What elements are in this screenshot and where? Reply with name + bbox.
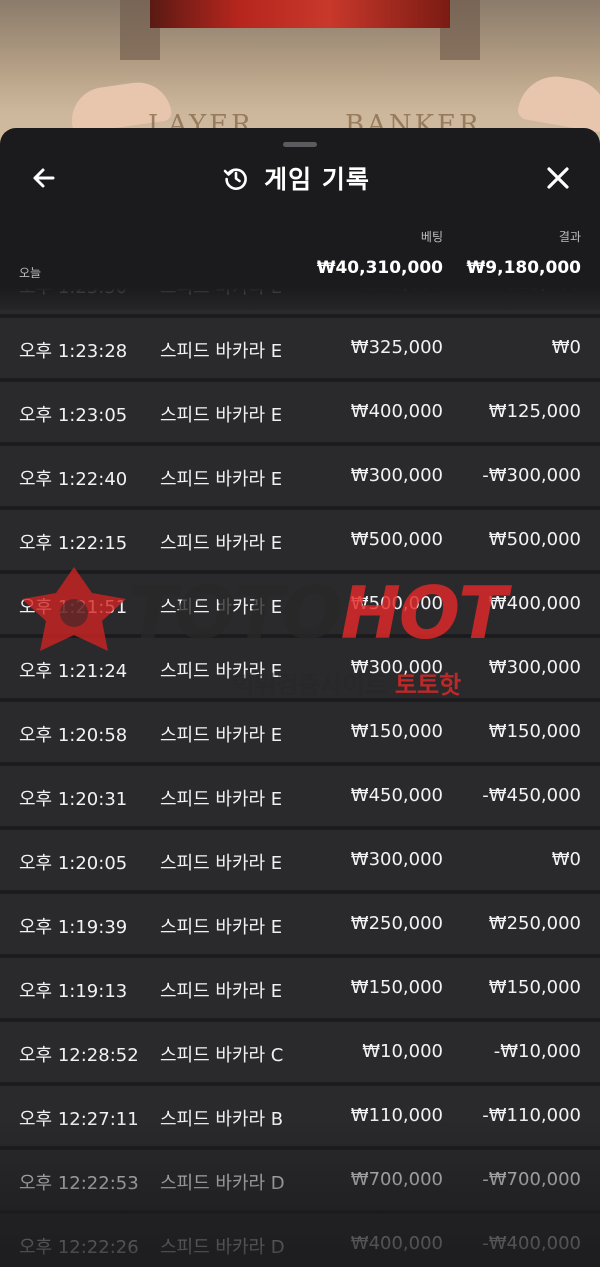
row-result-amount: ₩400,000 [488,593,581,614]
bet-column-label: 베팅 [420,230,443,244]
row-time: 오후 1:21:24 [19,661,128,682]
row-bet-amount: ₩500,000 [350,529,443,550]
row-bet-amount: ₩500,000 [350,593,443,614]
row-bet-amount: ₩300,000 [350,657,443,678]
row-time: 오후 12:28:52 [19,1045,139,1066]
date-label: 오늘 [19,266,42,280]
row-time: 오후 1:20:58 [19,725,128,746]
game-history-sheet: 게임 기록 오늘 베팅 결과 ₩40,310,000 ₩9,180,000 오후… [0,128,600,1267]
history-row[interactable]: 오후 1:22:40 스피드 바카라 E ₩300,000 -₩300,000 [0,445,600,507]
row-time: 오후 1:20:31 [19,789,128,810]
row-bet-amount: ₩450,000 [350,785,443,806]
total-bet: ₩40,310,000 [316,258,443,278]
history-row[interactable]: 오후 1:21:51 스피드 바카라 E ₩500,000 ₩400,000 [0,573,600,635]
row-result-amount: ₩150,000 [488,721,581,742]
history-row[interactable]: 오후 1:20:31 스피드 바카라 E ₩450,000 -₩450,000 [0,765,600,827]
dealer-hand-right [516,70,600,134]
row-time: 오후 12:22:26 [19,1237,139,1258]
history-icon [223,168,248,190]
row-game-name: 스피드 바카라 E [160,981,283,1002]
row-result-amount: ₩250,000 [488,913,581,934]
row-game-name: 스피드 바카라 C [160,1045,284,1066]
history-row[interactable]: 오후 12:28:52 스피드 바카라 C ₩10,000 -₩10,000 [0,1021,600,1083]
row-bet-amount: ₩150,000 [350,977,443,998]
row-result-amount: ₩150,000 [488,977,581,998]
history-row[interactable]: 오후 1:23:50 스피드 바카라 E ₩325,000 ₩325,000 [0,288,600,315]
summary-header: 오늘 베팅 결과 ₩40,310,000 ₩9,180,000 [0,220,600,290]
row-game-name: 스피드 바카라 D [160,1173,285,1194]
close-icon [547,167,569,189]
row-result-amount: -₩110,000 [482,1105,581,1126]
row-bet-amount: ₩400,000 [350,401,443,422]
history-row[interactable]: 오후 12:22:53 스피드 바카라 D ₩700,000 -₩700,000 [0,1149,600,1211]
result-column-label: 결과 [558,230,581,244]
row-time: 오후 1:23:28 [19,341,128,362]
row-result-amount: -₩400,000 [482,1233,581,1254]
row-bet-amount: ₩110,000 [350,1105,443,1126]
back-button[interactable] [26,160,62,196]
history-row[interactable]: 오후 1:23:28 스피드 바카라 E ₩325,000 ₩0 [0,317,600,379]
row-game-name: 스피드 바카라 E [160,469,283,490]
sheet-header: 게임 기록 [0,152,600,204]
row-game-name: 스피드 바카라 E [160,917,283,938]
row-time: 오후 1:19:13 [19,981,128,1002]
history-row[interactable]: 오후 1:19:39 스피드 바카라 E ₩250,000 ₩250,000 [0,893,600,955]
row-time: 오후 12:22:53 [19,1173,139,1194]
row-result-amount: -₩450,000 [482,785,581,806]
row-bet-amount: ₩150,000 [350,721,443,742]
row-game-name: 스피드 바카라 E [160,725,283,746]
row-bet-amount: ₩300,000 [350,849,443,870]
row-bet-amount: ₩10,000 [362,1041,443,1062]
row-result-amount: ₩500,000 [488,529,581,550]
row-time: 오후 1:23:50 [19,288,127,299]
history-row[interactable]: 오후 1:22:15 스피드 바카라 E ₩500,000 ₩500,000 [0,509,600,571]
row-time: 오후 1:22:15 [19,533,128,554]
row-game-name: 스피드 바카라 E [160,661,283,682]
row-result-amount: ₩325,000 [489,288,581,294]
row-time: 오후 1:22:40 [19,469,128,490]
close-button[interactable] [540,160,576,196]
row-game-name: 스피드 바카라 D [160,1237,285,1258]
row-game-name: 스피드 바카라 E [160,789,283,810]
row-time: 오후 12:27:11 [19,1109,139,1130]
history-list[interactable]: 오후 1:23:50스피드 바카라 E₩325,000₩325,000오후 1:… [0,288,600,1267]
row-result-amount: ₩125,000 [488,401,581,422]
row-time: 오후 1:20:05 [19,853,128,874]
history-row[interactable]: 오후 12:22:26 스피드 바카라 D ₩400,000 -₩400,000 [0,1213,600,1267]
row-bet-amount: ₩400,000 [350,1233,443,1254]
row-result-amount: -₩300,000 [482,465,581,486]
history-row[interactable]: 오후 12:27:11 스피드 바카라 B ₩110,000 -₩110,000 [0,1085,600,1147]
history-row[interactable]: 오후 1:19:13 스피드 바카라 E ₩150,000 ₩150,000 [0,957,600,1019]
row-time: 오후 1:21:51 [19,597,128,618]
row-game-name: 스피드 바카라 E [160,288,282,299]
sheet-title: 게임 기록 [264,165,370,194]
row-game-name: 스피드 바카라 E [160,533,283,554]
row-game-name: 스피드 바카라 E [160,405,283,426]
row-result-amount: ₩0 [551,337,581,358]
sheet-drag-handle[interactable] [283,142,317,147]
row-time: 오후 1:19:39 [19,917,128,938]
row-game-name: 스피드 바카라 E [160,341,283,362]
row-bet-amount: ₩325,000 [350,337,443,358]
row-bet-amount: ₩325,000 [351,288,443,294]
row-result-amount: ₩300,000 [488,657,581,678]
row-bet-amount: ₩250,000 [350,913,443,934]
total-result: ₩9,180,000 [466,258,581,278]
row-bet-amount: ₩300,000 [350,465,443,486]
row-bet-amount: ₩700,000 [350,1169,443,1190]
row-time: 오후 1:23:05 [19,405,128,426]
history-row[interactable]: 오후 1:20:58 스피드 바카라 E ₩150,000 ₩150,000 [0,701,600,763]
row-result-amount: -₩10,000 [493,1041,581,1062]
history-row[interactable]: 오후 1:20:05 스피드 바카라 E ₩300,000 ₩0 [0,829,600,891]
row-game-name: 스피드 바카라 E [160,853,283,874]
row-game-name: 스피드 바카라 B [160,1109,284,1130]
history-row[interactable]: 오후 1:23:05 스피드 바카라 E ₩400,000 ₩125,000 [0,381,600,443]
row-result-amount: ₩0 [551,849,581,870]
row-result-amount: -₩700,000 [482,1169,581,1190]
arrow-left-icon [33,168,55,188]
history-row[interactable]: 오후 1:21:24 스피드 바카라 E ₩300,000 ₩300,000 [0,637,600,699]
dealer-dress [150,0,450,28]
row-game-name: 스피드 바카라 E [160,597,283,618]
